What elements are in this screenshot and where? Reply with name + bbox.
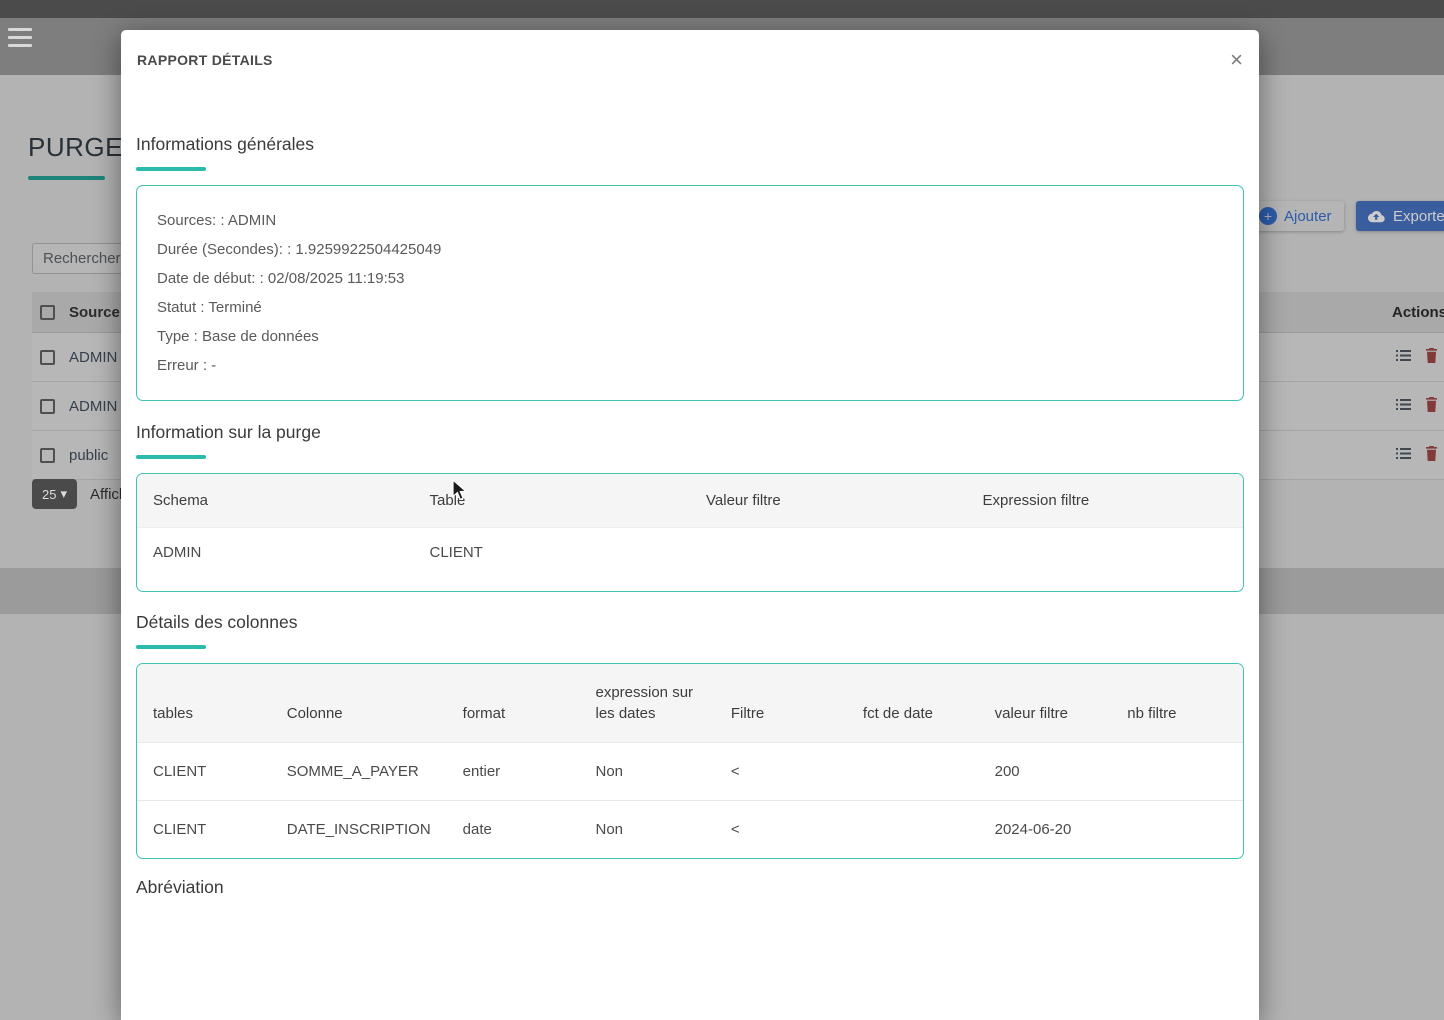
info-line: Sources: : ADMIN [157,212,277,229]
columns-table-row: CLIENT DATE_INSCRIPTION date Non < 2024-… [137,800,1243,858]
column-header: Filtre [714,664,847,743]
section-title-abbreviation: Abréviation [136,877,224,897]
page-size-select[interactable]: 25 ▾ [32,479,77,509]
section-title: Détails des colonnes [136,612,298,632]
info-line: Type : Base de données [157,328,319,345]
row-delete-icon[interactable] [1425,396,1438,416]
page-title: PURGE [28,132,123,162]
info-line: Durée (Secondes): : 1.9259922504425049 [157,241,442,258]
cell-colonne: SOMME_A_PAYER [270,742,447,801]
cell-valeur-filtre: 200 [978,742,1112,801]
add-button-label: Ajouter [1284,207,1332,225]
cell-nb-filtre [1111,800,1243,858]
section-column-details: Détails des colonnes tables Colonne form… [136,612,1244,859]
section-title: Informations générales [136,134,315,154]
column-header: fct de date [846,664,979,743]
column-header: expression sur les dates [579,664,715,743]
columns-table-header-row: tables Colonne format expression sur les… [137,664,1243,743]
info-line: Erreur : - [157,357,217,374]
add-button[interactable]: + Ajouter [1247,201,1344,231]
actions-column-header: Actions [1392,303,1444,321]
section-title: Information sur la purge [136,422,321,442]
row-source-label: ADMIN [69,397,118,415]
column-header: Expression filtre [966,474,1243,528]
column-header: valeur filtre [978,664,1112,743]
purge-info-table: Schema Table Valeur filtre Expression fi… [136,473,1244,592]
row-delete-icon[interactable] [1425,445,1438,465]
cloud-upload-icon [1367,210,1385,223]
report-details-modal: RAPPORT DÉTAILS × Informations générales… [121,30,1259,1020]
info-line: Statut : Terminé [157,299,262,316]
export-button[interactable]: Exporter [1356,201,1444,231]
cell-table: CLIENT [413,527,690,591]
row-details-icon[interactable] [1396,349,1411,366]
modal-header: RAPPORT DÉTAILS × [121,30,1259,90]
cell-tables: CLIENT [137,742,271,801]
modal-title: RAPPORT DÉTAILS [137,52,273,68]
cell-format: date [446,800,580,858]
section-divider [136,645,206,649]
cell-filtre: < [714,800,847,858]
cell-colonne: DATE_INSCRIPTION [270,800,447,858]
cell-expression-filtre [966,527,1243,591]
section-divider [136,167,206,171]
cell-expression-dates: Non [579,800,715,858]
window-top-strip [0,0,1444,18]
column-header: Schema [137,474,414,528]
export-button-label: Exporter [1393,207,1444,225]
cell-schema: ADMIN [137,527,414,591]
section-divider [136,455,206,459]
select-all-checkbox[interactable] [40,304,55,320]
chevron-down-icon: ▾ [60,486,67,501]
row-checkbox[interactable] [40,398,55,414]
cell-nb-filtre [1111,742,1243,801]
cell-format: entier [446,742,580,801]
plus-icon: + [1259,207,1277,225]
column-header: tables [137,664,271,743]
column-header: format [446,664,580,743]
cell-tables: CLIENT [137,800,271,858]
close-icon[interactable]: × [1230,49,1243,71]
cell-valeur-filtre: 2024-06-20 [978,800,1112,858]
cell-filtre: < [714,742,847,801]
menu-icon[interactable] [8,28,32,47]
general-info-box: Sources: : ADMIN Durée (Secondes): : 1.9… [136,185,1244,401]
purge-table-header-row: Schema Table Valeur filtre Expression fi… [137,474,1243,528]
row-details-icon[interactable] [1396,447,1411,464]
row-checkbox[interactable] [40,447,55,463]
row-details-icon[interactable] [1396,398,1411,415]
page-title-underline [28,176,105,180]
column-header: Valeur filtre [690,474,967,528]
page-size-value: 25 [42,486,57,502]
info-line: Date de début: : 02/08/2025 11:19:53 [157,270,405,287]
section-general-info: Informations générales Sources: : ADMIN … [136,134,1244,401]
row-source-label: public [69,446,109,464]
columns-table-row: CLIENT SOMME_A_PAYER entier Non < 200 [137,742,1243,801]
cell-fct-date [846,800,979,858]
cell-valeur-filtre [690,527,967,591]
cell-expression-dates: Non [579,742,715,801]
cell-fct-date [846,742,979,801]
modal-body: Informations générales Sources: : ADMIN … [121,90,1259,898]
source-column-header: Source [69,303,120,321]
column-header: nb filtre [1111,664,1243,743]
row-checkbox[interactable] [40,349,55,365]
row-delete-icon[interactable] [1425,347,1438,367]
section-purge-info: Information sur la purge Schema Table Va… [136,422,1244,592]
row-source-label: ADMIN [69,348,118,366]
column-details-table: tables Colonne format expression sur les… [136,663,1244,859]
column-header: Colonne [270,664,447,743]
purge-table-row: ADMIN CLIENT [137,527,1243,591]
column-header: Table [413,474,690,528]
